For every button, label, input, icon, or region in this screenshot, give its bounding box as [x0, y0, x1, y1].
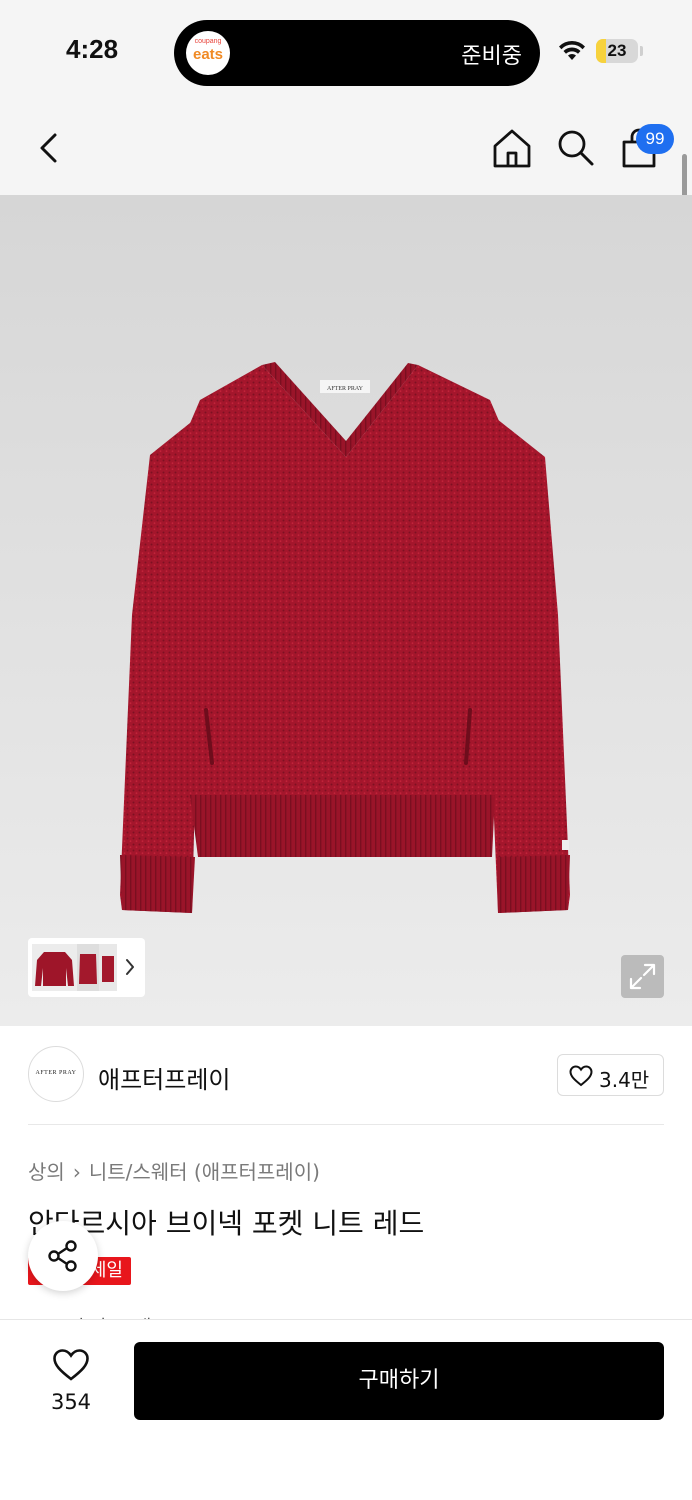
bottom-purchase-bar: 354 구매하기: [0, 1319, 692, 1500]
cart-count-badge: 99: [636, 124, 674, 154]
eats-logo-text: eats: [192, 46, 224, 63]
chevron-right-icon: ›: [72, 1160, 81, 1184]
brand-logo-text: AFTER PRAY: [35, 1070, 77, 1076]
share-icon: [48, 1240, 77, 1272]
battery-icon: 23: [596, 39, 638, 63]
thumbnail-3[interactable]: [99, 944, 117, 991]
status-time: 4:28: [66, 34, 119, 64]
product-sweater-image: AFTER PRAY: [120, 362, 570, 913]
battery-level: 23: [607, 41, 627, 60]
battery-cap: [640, 46, 643, 56]
coupang-eats-icon: coupang eats: [186, 31, 230, 75]
product-image-carousel[interactable]: AFTER PRAY: [0, 195, 692, 1026]
breadcrumb-subcategory[interactable]: 니트/스웨터 (애프터프레이): [89, 1160, 320, 1184]
thumbnail-strip[interactable]: [28, 938, 145, 997]
thumbnail-2[interactable]: [77, 944, 99, 991]
top-nav-bar: [0, 100, 692, 195]
thumbnail-1[interactable]: [32, 944, 77, 991]
expand-image-button[interactable]: [621, 955, 664, 998]
brand-name[interactable]: 애프터프레이: [98, 1060, 230, 1095]
breadcrumb: 상의 › 니트/스웨터 (애프터프레이): [28, 1156, 320, 1185]
wishlist-count: 354: [50, 1390, 92, 1414]
buy-button[interactable]: 구매하기: [134, 1342, 664, 1420]
share-button[interactable]: [28, 1221, 98, 1291]
search-button[interactable]: [553, 126, 597, 170]
eats-logo-small-text: coupang: [194, 38, 222, 45]
chevron-right-icon[interactable]: [123, 956, 137, 978]
wishlist-button[interactable]: 354: [36, 1344, 106, 1418]
wifi-icon: [559, 40, 585, 60]
expand-icon: [629, 963, 656, 990]
status-bar: 4:28 coupang eats 준비중 23: [0, 0, 692, 100]
back-button[interactable]: [28, 126, 72, 170]
brand-logo[interactable]: AFTER PRAY: [28, 1046, 84, 1102]
section-divider: [28, 1124, 664, 1125]
garment-label-text: AFTER PRAY: [327, 386, 364, 392]
home-button[interactable]: [490, 126, 534, 170]
brand-like-count: 3.4만: [599, 1068, 650, 1092]
brand-row[interactable]: AFTER PRAY 애프터프레이 3.4만: [28, 1046, 664, 1104]
heart-icon: [569, 1065, 593, 1087]
breadcrumb-category[interactable]: 상의: [28, 1160, 65, 1184]
brand-like-button[interactable]: 3.4만: [557, 1054, 664, 1096]
heart-icon: [53, 1349, 89, 1381]
order-status: 준비중: [461, 44, 522, 69]
live-activity[interactable]: coupang eats 준비중: [174, 20, 540, 86]
